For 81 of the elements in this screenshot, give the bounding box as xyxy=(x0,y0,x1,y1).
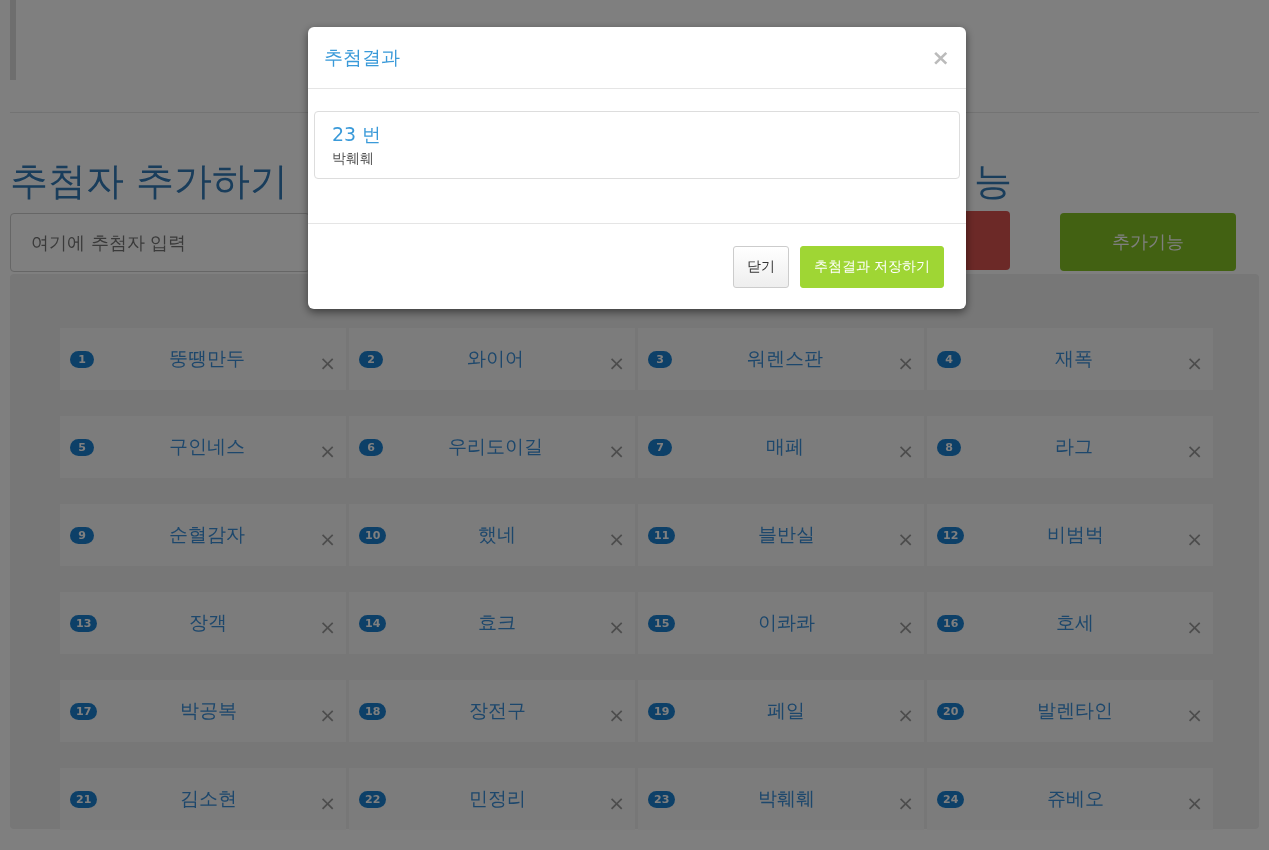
number-badge: 19 xyxy=(648,702,676,720)
remove-button[interactable]: × xyxy=(608,527,625,551)
number-badge: 13 xyxy=(70,614,98,632)
remove-button[interactable]: × xyxy=(1186,615,1203,639)
remove-button[interactable]: × xyxy=(897,791,914,815)
remove-button[interactable]: × xyxy=(319,615,336,639)
entry-name: 뚱땡만두 xyxy=(167,346,246,371)
entry-name: 효크 xyxy=(477,610,518,635)
number-badge: 23 xyxy=(648,790,676,808)
number-badge: 12 xyxy=(937,526,965,544)
entry-name: 장객 xyxy=(188,610,229,635)
remove-button[interactable]: × xyxy=(319,703,336,727)
number-badge: 7 xyxy=(648,438,672,456)
number-badge: 18 xyxy=(359,702,387,720)
entry-name: 우리도이길 xyxy=(447,434,545,459)
number-badge: 8 xyxy=(937,438,961,456)
remove-button[interactable]: × xyxy=(1186,527,1203,551)
entry-name: 발렌타인 xyxy=(1036,698,1115,723)
remove-button[interactable]: × xyxy=(1186,439,1203,463)
remove-button[interactable]: × xyxy=(897,351,914,375)
number-badge: 9 xyxy=(70,526,94,544)
number-badge: 2 xyxy=(359,350,383,368)
number-badge: 20 xyxy=(937,702,965,720)
number-badge: 1 xyxy=(70,350,94,368)
remove-button[interactable]: × xyxy=(319,439,336,463)
close-button[interactable]: × xyxy=(931,45,950,70)
remove-button[interactable]: × xyxy=(1186,703,1203,727)
name-input[interactable]: 여기에 추첨자 입력 xyxy=(10,213,310,272)
remove-button[interactable]: × xyxy=(608,439,625,463)
entry-name: 매페 xyxy=(764,434,805,459)
number-badge: 17 xyxy=(70,702,98,720)
number-badge: 24 xyxy=(937,790,965,808)
entry-name: 했네 xyxy=(477,522,518,547)
number-badge: 16 xyxy=(937,614,965,632)
number-badge: 14 xyxy=(359,614,387,632)
number-badge: 21 xyxy=(70,790,98,808)
remove-button[interactable]: × xyxy=(319,527,336,551)
entry-name: 순혈감자 xyxy=(167,522,246,547)
remove-button[interactable]: × xyxy=(897,439,914,463)
entry-name: 박훼훼 xyxy=(756,786,816,811)
number-badge: 4 xyxy=(937,350,961,368)
remove-button[interactable]: × xyxy=(897,615,914,639)
entry-name: 라그 xyxy=(1053,434,1094,459)
number-badge: 15 xyxy=(648,614,676,632)
result-number: 23 번 xyxy=(332,122,383,147)
entry-name: 와이어 xyxy=(466,346,526,371)
entry-name: 비범벅 xyxy=(1045,522,1105,547)
section-heading: 능 xyxy=(974,158,1013,205)
number-badge: 10 xyxy=(359,526,387,544)
number-badge: 11 xyxy=(648,526,676,544)
number-badge: 3 xyxy=(648,350,672,368)
remove-button[interactable]: × xyxy=(319,351,336,375)
remove-button[interactable]: × xyxy=(608,351,625,375)
entry-name: 박공복 xyxy=(178,698,238,723)
number-badge: 22 xyxy=(359,790,387,808)
remove-button[interactable]: × xyxy=(897,703,914,727)
result-name: 박훼훼 xyxy=(332,150,375,168)
extra-button[interactable]: 추가기능 xyxy=(1060,213,1236,271)
dialog-button[interactable]: 추첨결과 저장하기 xyxy=(799,246,944,288)
entry-name: 김소현 xyxy=(178,786,238,811)
entry-name: 재폭 xyxy=(1053,346,1094,371)
remove-button[interactable]: × xyxy=(319,791,336,815)
entry-name: 페일 xyxy=(766,698,807,723)
entry-name: 구인네스 xyxy=(167,434,246,459)
dialog-button[interactable]: 닫기 xyxy=(732,246,789,288)
remove-button[interactable]: × xyxy=(608,791,625,815)
entry-name: 쥬베오 xyxy=(1045,786,1105,811)
remove-button[interactable]: × xyxy=(1186,351,1203,375)
dialog-title: 추첨결과 xyxy=(324,44,400,70)
number-badge: 5 xyxy=(70,438,94,456)
entry-name: 민정리 xyxy=(467,786,527,811)
entry-name: 장전구 xyxy=(467,698,527,723)
number-badge: 6 xyxy=(359,438,383,456)
remove-button[interactable]: × xyxy=(608,703,625,727)
entry-name: 호세 xyxy=(1055,610,1096,635)
remove-button[interactable]: × xyxy=(1186,791,1203,815)
entry-name: 블반실 xyxy=(756,522,816,547)
entry-name: 이콰콰 xyxy=(756,610,816,635)
remove-button[interactable]: × xyxy=(897,527,914,551)
entry-name: 워렌스판 xyxy=(745,346,824,371)
remove-button[interactable]: × xyxy=(608,615,625,639)
